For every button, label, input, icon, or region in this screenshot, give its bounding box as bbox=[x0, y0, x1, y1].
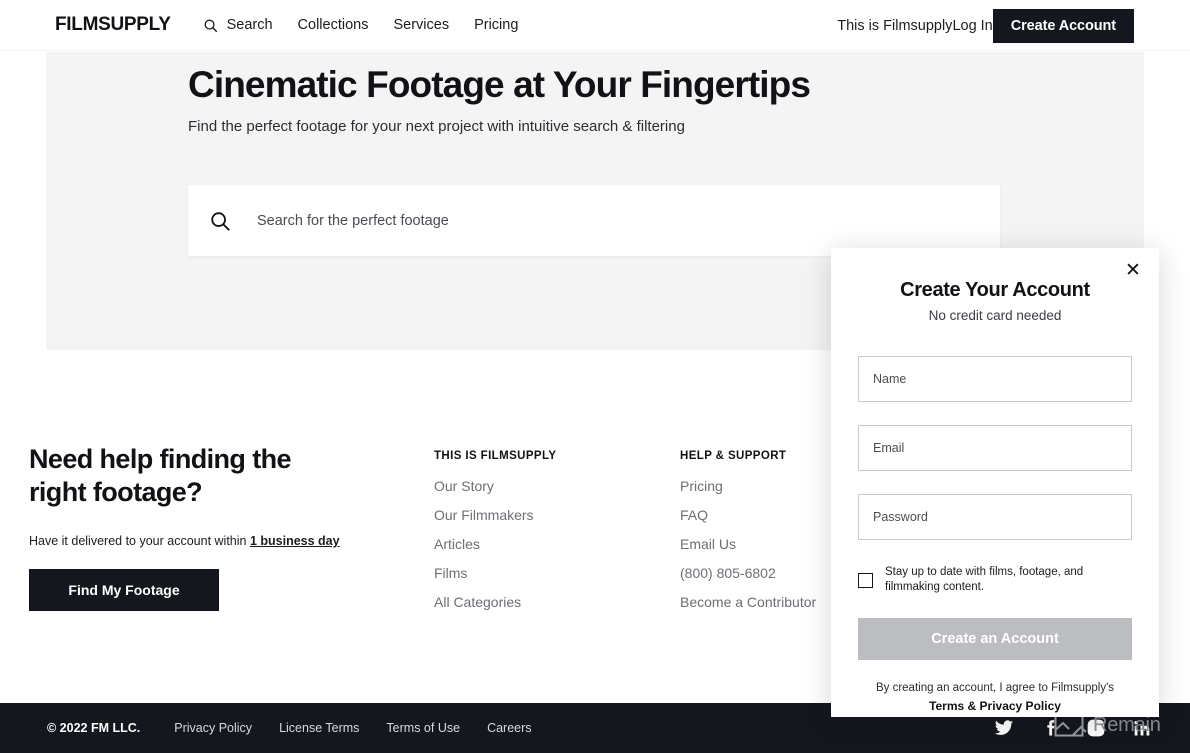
newsletter-optin-row: Stay up to date with films, footage, and… bbox=[858, 565, 1132, 595]
newsletter-checkbox[interactable] bbox=[858, 572, 873, 588]
delivery-note-emphasis[interactable]: 1 business day bbox=[250, 534, 340, 548]
need-help-title-line1: Need help finding the bbox=[29, 444, 292, 474]
copyright-text: © 2022 FM LLC. bbox=[47, 721, 141, 735]
footer-link-our-filmmakers[interactable]: Our Filmmakers bbox=[434, 507, 556, 523]
legal-links: Privacy Policy License Terms Terms of Us… bbox=[174, 721, 531, 735]
password-field-label: Password bbox=[873, 510, 928, 524]
twitter-icon[interactable] bbox=[994, 718, 1014, 738]
delivery-note-prefix: Have it delivered to your account within bbox=[29, 533, 250, 548]
search-input-placeholder[interactable]: Search for the perfect footage bbox=[257, 213, 449, 229]
need-help-title-line2: right footage? bbox=[29, 476, 203, 507]
legal-link-license-terms[interactable]: License Terms bbox=[279, 721, 359, 735]
password-field[interactable]: Password bbox=[858, 494, 1132, 540]
footer-link-phone[interactable]: (800) 805-6802 bbox=[680, 565, 816, 581]
linkedin-icon[interactable] bbox=[1132, 718, 1152, 738]
modal-subtitle: No credit card needed bbox=[928, 308, 1062, 323]
email-field-label: Email bbox=[873, 441, 905, 455]
terms-disclaimer: By creating an account, I agree to Films… bbox=[831, 682, 1159, 713]
nav-item-search-label: Search bbox=[226, 17, 273, 33]
footer-link-become-a-contributor[interactable]: Become a Contributor bbox=[680, 594, 816, 610]
modal-title: Create Your Account bbox=[900, 279, 1090, 301]
footer-link-our-story[interactable]: Our Story bbox=[434, 478, 556, 494]
footer-column-heading: HELP & SUPPORT bbox=[680, 450, 787, 462]
nav-item-log-in[interactable]: Log In bbox=[952, 18, 992, 34]
footer-column-this-is-filmsupply: THIS IS FILMSUPPLY Our Story Our Filmmak… bbox=[434, 450, 556, 623]
nav-item-services[interactable]: Services bbox=[393, 17, 449, 33]
delivery-note: Have it delivered to your account within… bbox=[29, 534, 359, 548]
search-icon bbox=[204, 19, 217, 32]
create-an-account-button[interactable]: Create an Account bbox=[858, 618, 1132, 661]
footer-link-email-us[interactable]: Email Us bbox=[680, 536, 816, 552]
terms-disclaimer-text: By creating an account, I agree to Films… bbox=[875, 682, 1115, 695]
footer-link-pricing[interactable]: Pricing bbox=[680, 478, 816, 494]
footer-column-help-support: HELP & SUPPORT Pricing FAQ Email Us (800… bbox=[680, 450, 816, 623]
brand-logo[interactable]: FILMSUPPLY bbox=[55, 14, 171, 36]
instagram-icon[interactable] bbox=[1086, 718, 1106, 738]
nav-item-pricing[interactable]: Pricing bbox=[474, 17, 518, 33]
newsletter-checkbox-label: Stay up to date with films, footage, and… bbox=[885, 566, 1084, 594]
create-account-modal: ✕ Create Your Account No credit card nee… bbox=[831, 248, 1159, 717]
create-account-button[interactable]: Create Account bbox=[992, 8, 1134, 43]
nav-item-this-is-filmsupply[interactable]: This is Filmsupply bbox=[837, 18, 952, 34]
close-icon[interactable]: ✕ bbox=[1122, 259, 1144, 281]
legal-link-careers[interactable]: Careers bbox=[487, 721, 531, 735]
terms-privacy-policy-link[interactable]: Terms & Privacy Policy bbox=[831, 699, 1159, 713]
page-title: Cinematic Footage at Your Fingertips bbox=[188, 64, 811, 105]
primary-nav: Search Collections Services Pricing bbox=[203, 17, 518, 33]
find-my-footage-button[interactable]: Find My Footage bbox=[29, 568, 219, 611]
nav-item-collections[interactable]: Collections bbox=[298, 17, 369, 33]
nav-item-search[interactable]: Search bbox=[203, 17, 273, 33]
name-field[interactable]: Name bbox=[858, 356, 1132, 402]
email-field[interactable]: Email bbox=[858, 425, 1132, 471]
footer-column-heading: THIS IS FILMSUPPLY bbox=[434, 450, 557, 462]
footer-link-all-categories[interactable]: All Categories bbox=[434, 594, 556, 610]
facebook-icon[interactable] bbox=[1040, 718, 1060, 738]
name-field-label: Name bbox=[873, 372, 907, 386]
legal-link-privacy-policy[interactable]: Privacy Policy bbox=[174, 721, 252, 735]
search-icon bbox=[211, 211, 230, 231]
page-root: FILMSUPPLY Search Collections Services P… bbox=[0, 0, 1190, 753]
need-help-title: Need help finding the right footage? bbox=[29, 443, 359, 509]
hero-subtitle: Find the perfect footage for your next p… bbox=[188, 118, 685, 135]
footer-link-articles[interactable]: Articles bbox=[434, 536, 556, 552]
need-help-block: Need help finding the right footage? Hav… bbox=[29, 443, 359, 611]
site-header: FILMSUPPLY Search Collections Services P… bbox=[0, 0, 1190, 51]
footer-link-films[interactable]: Films bbox=[434, 565, 556, 581]
secondary-nav: This is Filmsupply Log In Create Account bbox=[837, 0, 1190, 51]
legal-link-terms-of-use[interactable]: Terms of Use bbox=[386, 721, 460, 735]
hero-search-bar[interactable]: Search for the perfect footage bbox=[188, 185, 1000, 256]
footer-link-faq[interactable]: FAQ bbox=[680, 507, 816, 523]
